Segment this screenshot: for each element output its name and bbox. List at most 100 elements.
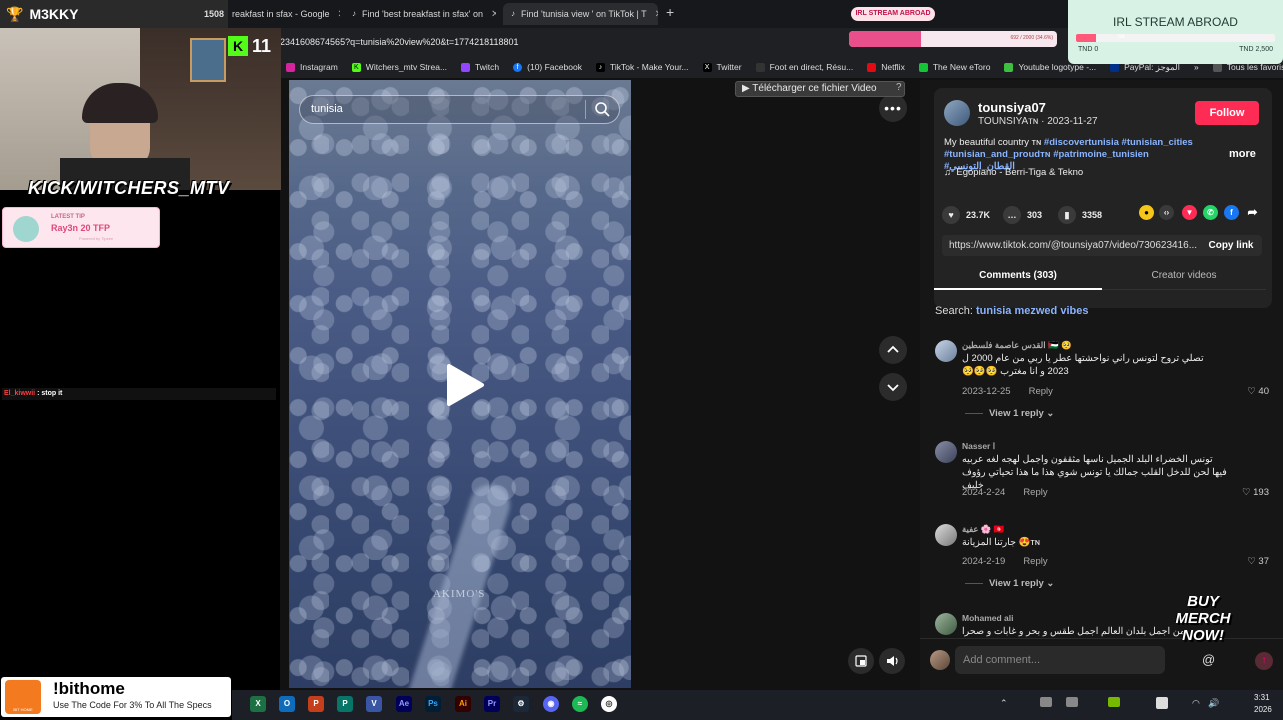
help-icon[interactable]: ? [896,82,902,93]
search-input[interactable]: tunisia [299,95,620,124]
bookmark-netflix[interactable]: Netflix [867,62,905,72]
play-icon[interactable] [445,363,485,407]
tab-tiktok-breakfast[interactable]: ♪ Find 'best breakfast in sfax' on ✕ [344,3,496,25]
repost-icon[interactable]: ▼ [1182,205,1197,220]
chevron-up-icon[interactable] [879,336,907,364]
comment-input[interactable]: Add comment... [955,646,1165,674]
tray-icon[interactable] [1066,697,1078,707]
picture-in-picture-icon[interactable] [848,648,874,674]
creator-avatar[interactable] [944,100,970,126]
chevron-down-icon[interactable] [879,373,907,401]
related-search[interactable]: Search: tunisia mezwed vibes [935,305,1088,317]
wifi-icon[interactable]: ◠ [1192,698,1200,709]
heart-icon: ♥ [942,206,960,224]
bookmark-etoro[interactable]: The New eToro [918,62,990,72]
bookmark-tiktok[interactable]: ♪ TikTok - Make Your... [595,62,689,72]
avatar[interactable] [935,613,957,635]
tab-creator-videos[interactable]: Creator videos [1102,262,1266,290]
send-icon[interactable]: ↑ [1255,652,1273,670]
wall-poster [190,38,226,82]
bookmark-twitter[interactable]: X Twitter [702,62,742,72]
chat-message: El_kiwwii : stop it [2,388,276,400]
volume-icon[interactable] [879,648,905,674]
follow-button[interactable]: Follow [1195,101,1259,125]
whatsapp-icon[interactable]: ✆ [1203,205,1218,220]
outlook-icon[interactable]: O [279,696,295,712]
excel-icon[interactable]: X [250,696,266,712]
bookmark-twitch[interactable]: Twitch [461,62,499,72]
bookmark-kick[interactable]: K Witchers_mtv Strea... [351,62,447,72]
illustrator-icon[interactable]: Ai [455,696,471,712]
comment-like[interactable]: ♡ 193 [1242,487,1269,498]
avatar[interactable] [935,524,957,546]
premiere-icon[interactable]: Pr [484,696,500,712]
tab-tiktok-tunisia[interactable]: ♪ Find 'tunisia view ' on TikTok | T ✕ [503,3,658,25]
comment-like[interactable]: ♡ 40 [1247,386,1269,397]
search-icon[interactable] [594,101,610,117]
mention-icon[interactable]: @ [1202,652,1215,667]
more-options-icon[interactable]: ••• [879,94,907,122]
hashtag[interactable]: #tunisian_and_proudᴛɴ [944,149,1051,160]
spotify-icon[interactable]: ≈ [572,696,588,712]
powerpoint-icon[interactable]: P [308,696,324,712]
like-stat[interactable]: ♥ 23.7K [942,206,990,224]
search-divider [585,100,586,119]
photoshop-icon[interactable]: Ps [425,696,441,712]
download-video-button[interactable]: ▶ Télécharger ce fichier Video [735,81,905,97]
kick-viewer-badge: K 11 [228,34,280,58]
steam-icon[interactable]: ⚙ [513,696,529,712]
clock-time[interactable]: 3:31 [1254,693,1270,702]
tray-icon[interactable] [1156,697,1168,709]
view-replies-button[interactable]: View 1 reply ⌄ [965,408,1054,419]
after-effects-icon[interactable]: Ae [396,696,412,712]
facebook-share-icon[interactable]: f [1224,205,1239,220]
etoro-icon [918,62,928,72]
youtube-logo-icon [1004,62,1014,72]
clock-date[interactable]: 2026 [1254,705,1272,714]
share-arrow-icon[interactable]: ➦ [1245,205,1260,220]
bookmark-facebook[interactable]: f (10) Facebook [513,62,582,72]
reply-button[interactable]: Reply [1029,386,1053,397]
comment-item: القدس عاصمة فلسطين 🇵🇸 🥺 تصلي تروح لتونس … [935,340,1275,425]
comment-stat[interactable]: … 303 [1003,206,1042,224]
comment-like[interactable]: ♡ 37 [1247,556,1269,567]
hashtag[interactable]: #discovertunisia [1044,137,1119,148]
more-link[interactable]: more [1229,148,1256,160]
discord-icon[interactable]: ◉ [543,696,559,712]
tray-icon[interactable] [1040,697,1052,707]
reply-button[interactable]: Reply [1023,556,1047,567]
tab-comments[interactable]: Comments (303) [934,262,1102,290]
visio-icon[interactable]: V [366,696,382,712]
creator-username[interactable]: tounsiya07 [978,100,1046,115]
streamer-header: 🏆 M3KKY 1508 [0,0,228,28]
publisher-icon[interactable]: P [337,696,353,712]
irl-goal-bar: NA [1076,34,1275,42]
comment-item: Nasser ا تونس الخضراء البلد الجميل ناسها… [935,441,1275,503]
close-icon[interactable]: ✕ [647,9,658,20]
close-icon[interactable]: ✕ [483,9,496,20]
avatar[interactable] [935,340,957,362]
save-stat[interactable]: ▮ 3358 [1058,206,1102,224]
embed-icon[interactable]: ‹› [1159,205,1174,220]
kick-handle-banner: KICK/WITCHERS_MTV [28,178,230,198]
view-replies-button[interactable]: View 1 reply ⌄ [965,578,1054,589]
copy-link-button[interactable]: Copy link [1200,235,1262,256]
avatar[interactable] [935,441,957,463]
close-icon[interactable]: ✕ [330,9,340,20]
tab-google[interactable]: reakfast in sfax - Google ✕ [224,3,340,25]
irl-goal-fill [1076,34,1096,42]
tray-chevron-icon[interactable]: ⌃ [1000,698,1008,709]
chrome-icon[interactable]: ◎ [601,696,617,712]
music-info[interactable]: ♫ Egopiano - Berri-Tiga & Tekno [944,167,1083,178]
coin-share-icon[interactable]: ● [1139,205,1154,220]
irl-goal-widget: IRL STREAM ABROAD NA TND 0 TND 2,500 [1068,0,1283,64]
nvidia-icon[interactable] [1108,697,1120,707]
new-tab-button[interactable]: + [666,4,674,20]
hashtag[interactable]: #patrimoine_tunisien [1053,149,1149,160]
bookmark-instagram[interactable]: Instagram [286,62,338,72]
reply-button[interactable]: Reply [1023,487,1047,498]
hashtag[interactable]: #tunisian_cities [1122,137,1193,148]
speaker-icon[interactable]: 🔊 [1208,698,1219,709]
bookmark-foot[interactable]: Foot en direct, Résu... [755,62,853,72]
address-bar[interactable]: 23416086745​65?q=tunisia%20view%20&t=177… [280,32,840,52]
